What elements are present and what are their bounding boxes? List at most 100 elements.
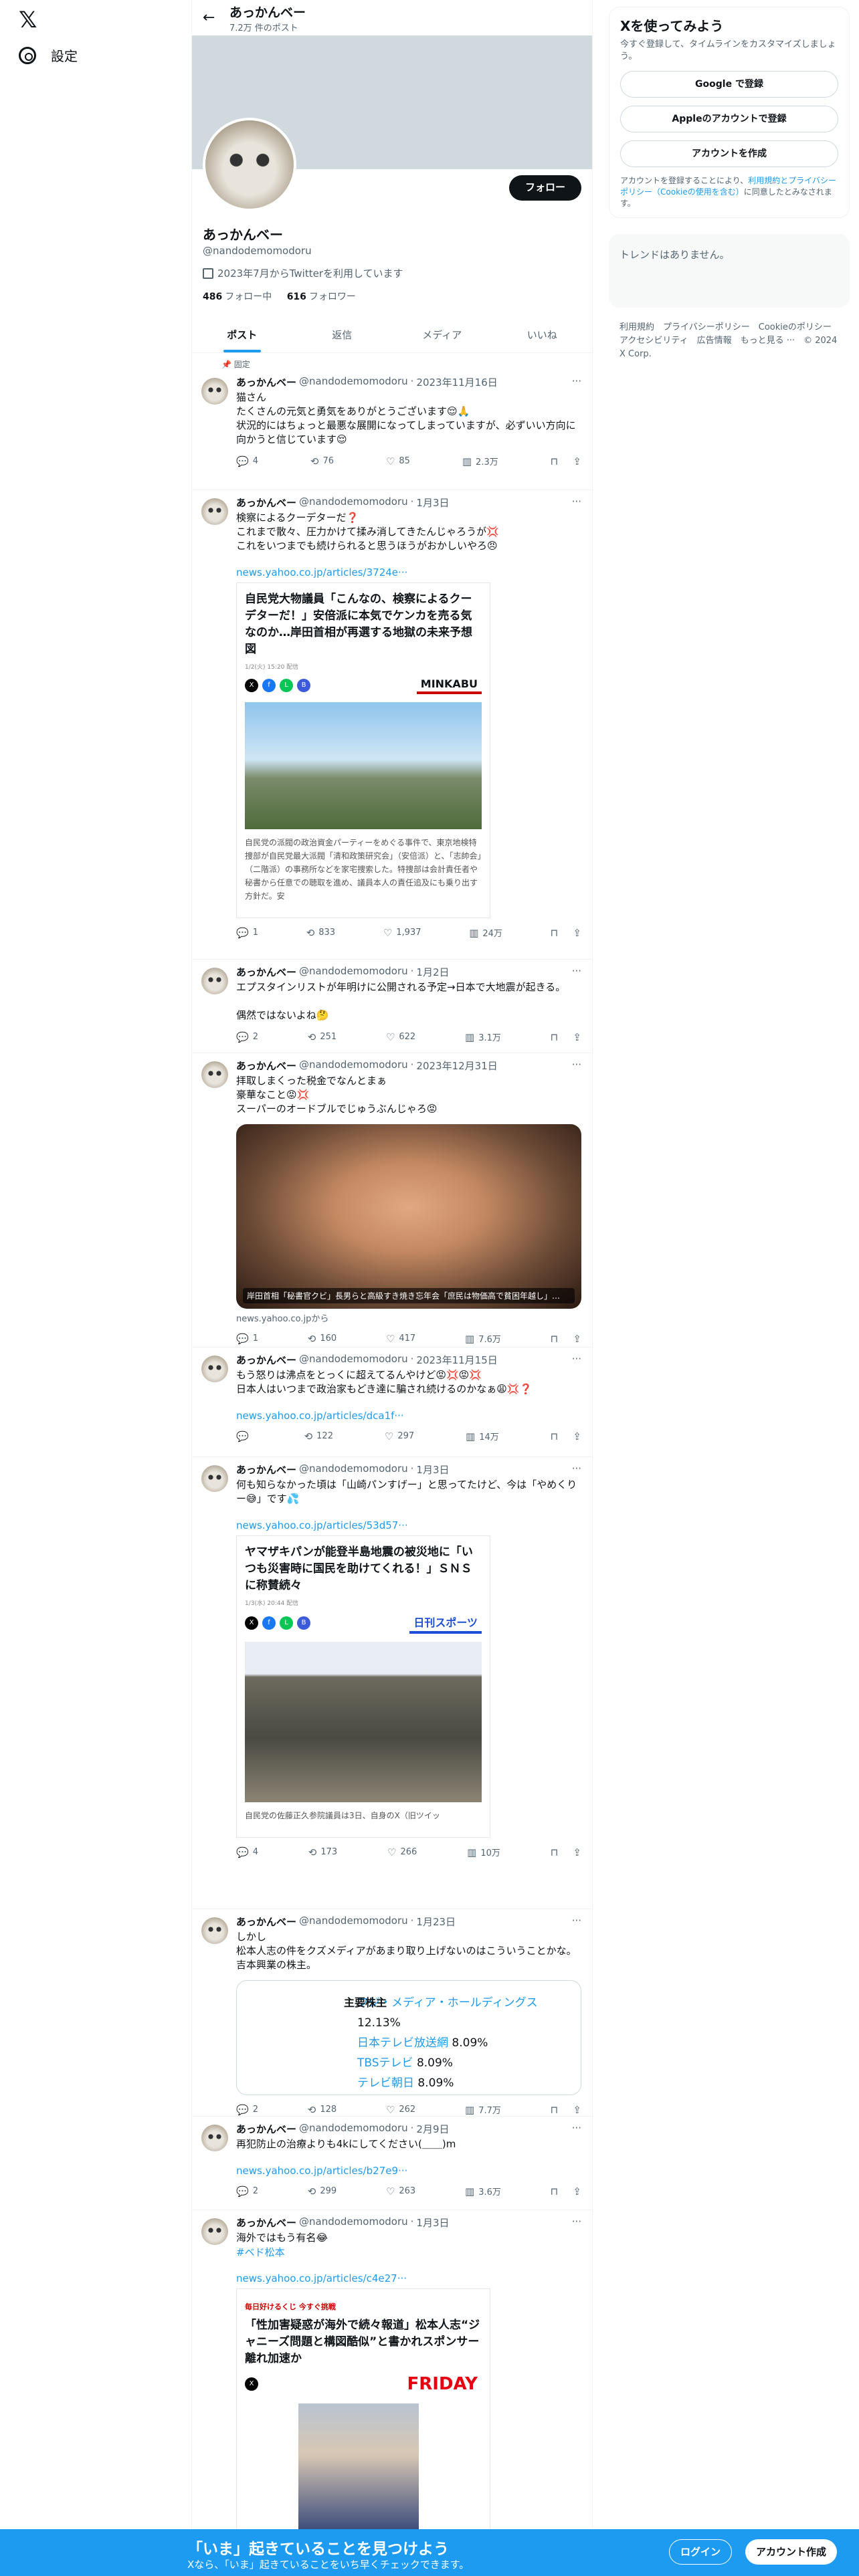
tab-media[interactable]: メディア bbox=[392, 318, 492, 352]
tweet[interactable]: あっかんベー @nandodemomodoru · 1月3日 ··· 何も知らなかった… bbox=[192, 1457, 592, 1909]
signup-button[interactable]: アカウント作成 bbox=[745, 2539, 838, 2565]
tweet-author[interactable]: あっかんベー bbox=[236, 496, 296, 510]
tweet-author[interactable]: あっかんベー bbox=[236, 965, 296, 979]
apple-signup-button[interactable]: Appleのアカウントで登録 bbox=[620, 106, 838, 132]
tweet-date[interactable]: 1月3日 bbox=[416, 1463, 449, 1477]
views-button[interactable]: ▥ 2.3万 bbox=[462, 455, 498, 468]
x-share-icon[interactable]: X bbox=[245, 678, 258, 692]
reply-button[interactable]: 💬 2 bbox=[236, 2103, 258, 2116]
avatar[interactable] bbox=[201, 1061, 228, 1088]
link-card[interactable]: 毎日好けるくじ 今すぐ挑戦 「性加害疑惑が海外で続々報道」松本人志“ジャニーズ問… bbox=[236, 2288, 490, 2539]
reply-button[interactable]: 💬 1 bbox=[236, 1332, 258, 1345]
tweet-link[interactable]: news.yahoo.co.jp/articles/c4e27··· bbox=[236, 2272, 581, 2284]
tweet-link[interactable]: news.yahoo.co.jp/articles/3724e··· bbox=[236, 566, 581, 578]
tweet-date[interactable]: 2023年11月15日 bbox=[416, 1353, 497, 1367]
bookmark-button[interactable]: ⊓ ⇪ bbox=[551, 1332, 581, 1345]
line-icon[interactable]: L bbox=[280, 1616, 293, 1630]
retweet-button[interactable]: ⟲ 122 bbox=[304, 1430, 333, 1442]
tweet-author[interactable]: あっかんベー bbox=[236, 1353, 296, 1367]
avatar[interactable] bbox=[201, 1465, 228, 1492]
reply-button[interactable]: 💬 4 bbox=[236, 455, 258, 467]
tweet-link[interactable]: news.yahoo.co.jp/articles/53d57··· bbox=[236, 1519, 581, 1531]
like-button[interactable]: ♡ 85 bbox=[386, 455, 410, 467]
tweet-date[interactable]: 1月3日 bbox=[416, 2216, 449, 2230]
x-logo-icon[interactable]: 𝕏 bbox=[19, 7, 45, 33]
more-icon[interactable]: ··· bbox=[572, 1353, 581, 1365]
retweet-button[interactable]: ⟲ 251 bbox=[308, 1031, 337, 1043]
like-button[interactable]: ♡ 622 bbox=[386, 1031, 415, 1043]
hatena-icon[interactable]: B bbox=[297, 678, 310, 692]
facebook-icon[interactable]: f bbox=[262, 1616, 276, 1630]
avatar[interactable] bbox=[201, 2125, 228, 2151]
line-icon[interactable]: L bbox=[280, 678, 293, 692]
retweet-button[interactable]: ⟲ 173 bbox=[308, 1846, 337, 1858]
more-icon[interactable]: ··· bbox=[572, 2122, 581, 2134]
facebook-icon[interactable]: f bbox=[262, 678, 276, 692]
views-button[interactable]: ▥ 7.7万 bbox=[465, 2103, 501, 2117]
tweet-date[interactable]: 1月2日 bbox=[416, 965, 449, 979]
shareholder-image[interactable]: 主要株主 フジ・メディア・ホールディングス 12.13% 日本テレビ放送網 8.… bbox=[236, 1980, 581, 2095]
follow-button[interactable]: フォロー bbox=[508, 175, 581, 201]
tweet-link[interactable]: news.yahoo.co.jp/articles/dca1f··· bbox=[236, 1410, 581, 1422]
like-button[interactable]: ♡ 263 bbox=[386, 2185, 415, 2197]
google-signup-button[interactable]: Google で登録 bbox=[620, 71, 838, 98]
hatena-icon[interactable]: B bbox=[297, 1616, 310, 1630]
tweet-date[interactable]: 1月23日 bbox=[416, 1915, 456, 1929]
like-button[interactable]: ♡ 266 bbox=[387, 1846, 417, 1858]
bookmark-button[interactable]: ⊓ ⇪ bbox=[551, 1846, 581, 1858]
more-icon[interactable]: ··· bbox=[572, 496, 581, 508]
tweet[interactable]: あっかんベー @nandodemomodoru · 2023年12月31日 ··· 拝… bbox=[192, 1053, 592, 1348]
like-button[interactable]: ♡ 262 bbox=[386, 2103, 415, 2116]
retweet-button[interactable]: ⟲ 160 bbox=[308, 1332, 337, 1345]
reply-button[interactable]: 💬 4 bbox=[236, 1846, 258, 1858]
footer-links[interactable]: 利用規約 プライバシーポリシー Cookieのポリシー アクセシビリティ 広告情… bbox=[609, 321, 850, 361]
tweet-author[interactable]: あっかんベー bbox=[236, 2122, 296, 2136]
tab-likes[interactable]: いいね bbox=[492, 318, 593, 352]
create-account-button[interactable]: アカウントを作成 bbox=[620, 140, 838, 167]
x-share-icon[interactable]: X bbox=[245, 2377, 258, 2391]
more-icon[interactable]: ··· bbox=[572, 1915, 581, 1927]
tweet-date[interactable]: 2023年12月31日 bbox=[416, 1059, 497, 1073]
more-icon[interactable]: ··· bbox=[572, 1059, 581, 1071]
reply-button[interactable]: 💬 2 bbox=[236, 2185, 258, 2197]
avatar[interactable] bbox=[201, 498, 228, 525]
views-button[interactable]: ▥ 10万 bbox=[467, 1846, 500, 1859]
tweet-date[interactable]: 2023年11月16日 bbox=[416, 375, 497, 389]
tweet-link[interactable]: news.yahoo.co.jp/articles/b27e9··· bbox=[236, 2165, 581, 2177]
tweet[interactable]: あっかんベー @nandodemomodoru · 1月23日 ··· しかし 松本人… bbox=[192, 1909, 592, 2117]
link-card[interactable]: 自民党大物議員「こんなの、検察によるクーデターだ！」安倍派に本気でケンカを売る気… bbox=[236, 582, 490, 918]
following-link[interactable]: 486 フォロー中 bbox=[203, 292, 272, 302]
tweet[interactable]: あっかんベー @nandodemomodoru · 2月9日 ··· 再犯防止の治療よ… bbox=[192, 2117, 592, 2210]
login-button[interactable]: ログイン bbox=[669, 2539, 733, 2565]
tweet-date[interactable]: 2月9日 bbox=[416, 2122, 449, 2136]
avatar[interactable] bbox=[201, 968, 228, 994]
tweet-author[interactable]: あっかんベー bbox=[236, 1059, 296, 1073]
like-button[interactable]: ♡ 417 bbox=[386, 1332, 415, 1345]
bookmark-button[interactable]: ⊓ ⇪ bbox=[551, 455, 581, 467]
retweet-button[interactable]: ⟲ 76 bbox=[310, 455, 334, 467]
reply-button[interactable]: 💬 2 bbox=[236, 1031, 258, 1043]
tweet[interactable]: あっかんベー @nandodemomodoru · 1月3日 ··· 検察によるクーデ… bbox=[192, 490, 592, 960]
settings-link[interactable]: 設定 bbox=[19, 45, 78, 65]
views-button[interactable]: ▥ 24万 bbox=[469, 926, 502, 940]
tweet[interactable]: あっかんベー @nandodemomodoru · 1月3日 ··· 海外ではもう有名… bbox=[192, 2210, 592, 2576]
tab-replies[interactable]: 返信 bbox=[292, 318, 393, 352]
views-button[interactable]: ▥ 3.6万 bbox=[465, 2185, 501, 2198]
link-card[interactable]: ヤマザキパンが能登半島地震の被災地に「いつも災害時に国民を助けてくれる！」ＳＮＳ… bbox=[236, 1535, 490, 1838]
tweet[interactable]: あっかんベー @nandodemomodoru · 2023年11月15日 ··· も… bbox=[192, 1348, 592, 1457]
reply-button[interactable]: 💬 bbox=[236, 1430, 253, 1442]
tweet-author[interactable]: あっかんベー bbox=[236, 2216, 296, 2230]
retweet-button[interactable]: ⟲ 299 bbox=[308, 2185, 337, 2197]
tweet-author[interactable]: あっかんベー bbox=[236, 1463, 296, 1477]
bookmark-button[interactable]: ⊓ ⇪ bbox=[551, 1430, 581, 1442]
followers-link[interactable]: 616 フォロワー bbox=[287, 292, 356, 302]
tab-posts[interactable]: ポスト bbox=[192, 318, 292, 352]
embedded-video[interactable] bbox=[245, 1642, 482, 1802]
views-button[interactable]: ▥ 3.1万 bbox=[465, 1031, 501, 1044]
back-arrow-icon[interactable]: ← bbox=[203, 9, 229, 26]
bookmark-button[interactable]: ⊓ ⇪ bbox=[551, 2185, 581, 2197]
hashtag-link[interactable]: #ベド松本 bbox=[236, 2245, 581, 2259]
more-icon[interactable]: ··· bbox=[572, 375, 581, 387]
news-photo[interactable]: 岸田首相「秘書官クビ」長男らと高級すき焼き忘年会「庶民は物価高で貧困年越し」… bbox=[236, 1124, 581, 1309]
views-button[interactable]: ▥ 7.6万 bbox=[465, 1332, 501, 1346]
